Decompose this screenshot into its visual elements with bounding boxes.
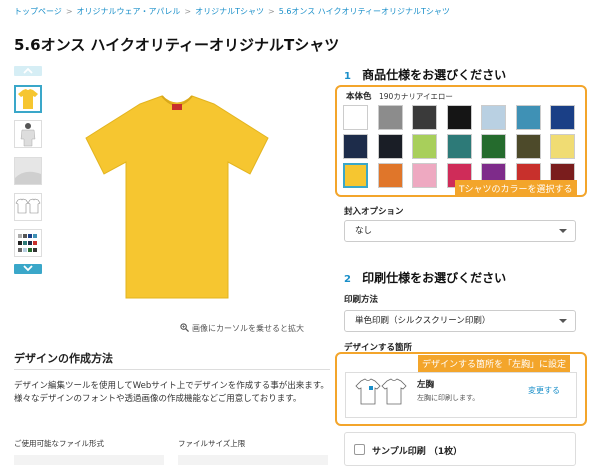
color-swatch[interactable] [343,105,368,130]
tshirt-image [85,95,269,299]
color-swatch[interactable] [515,134,541,159]
file-format-panel [14,455,164,465]
tshirt-outline-icon [355,378,407,405]
color-swatch[interactable] [515,105,541,130]
breadcrumb-link-tshirt[interactable]: オリジナルTシャツ [195,7,264,16]
enclosure-option-select[interactable]: なし [344,220,576,242]
product-main-image[interactable] [82,92,272,304]
zoom-hint: 画像にカーソルを乗せると拡大 [180,323,304,334]
page-title: 5.6オンス ハイクオリティーオリジナルTシャツ [14,36,340,54]
color-swatch[interactable] [343,134,368,159]
change-place-link[interactable]: 変更する [528,385,560,396]
color-swatch[interactable] [481,105,506,130]
breadcrumb: トップページ > オリジナルウェア・アパレル > オリジナルTシャツ >5.6オンス ハイ… [14,6,450,17]
color-swatch[interactable] [412,163,437,188]
thumbnail-fabric[interactable] [14,157,42,185]
thumbnail-up-button[interactable] [14,66,42,76]
color-swatch[interactable] [550,134,575,159]
enclosure-option-value: なし [355,226,373,236]
color-swatch[interactable] [377,105,403,130]
body-color-label: 本体色 [346,92,372,102]
step2-heading: 印刷仕様をお選びください [362,271,507,285]
color-swatch[interactable] [343,163,368,188]
breadcrumb-link-apparel[interactable]: オリジナルウェア・アパレル [77,7,181,16]
color-swatch[interactable] [377,134,403,159]
body-color-value: 190カナリアイエロー [379,92,453,101]
tshirt-icon [18,89,38,109]
caret-down-icon [559,229,567,233]
color-swatch[interactable] [446,134,472,159]
model-photo-icon [20,123,36,147]
enclosure-option-label: 封入オプション [344,207,404,217]
breadcrumb-link-top[interactable]: トップページ [14,7,62,16]
fabric-photo-icon [15,158,41,184]
breadcrumb-separator: > [184,7,192,16]
chevron-down-icon [23,265,33,272]
file-size-panel [178,455,328,465]
design-place-description: 左胸に印刷します。 [417,394,480,402]
step2-header: 2 印刷仕様をお選びください [344,267,506,286]
breadcrumb-separator: > [65,7,73,16]
place-callout-badge: デザインする箇所を「左胸」に設定 [418,355,571,372]
thumbnail-model[interactable] [14,120,42,148]
breadcrumb-separator: > [267,7,275,16]
color-swatch[interactable] [481,134,506,159]
print-method-label: 印刷方法 [344,295,379,305]
chevron-up-icon [23,67,33,74]
file-format-label: ご使用可能なファイル形式 [14,439,104,448]
thumbnail-front[interactable] [14,85,42,113]
sample-print-label: サンプル印刷 （1枚） [372,447,463,457]
color-swatch[interactable] [412,134,437,159]
thumbnail-down-button[interactable] [14,264,42,274]
sample-print-checkbox[interactable] [354,444,365,455]
color-swatch[interactable] [446,105,472,130]
color-variations-icon [18,234,37,252]
breadcrumb-current[interactable]: 5.6オンス ハイクオリティーオリジナルTシャツ [279,7,450,16]
step-number: 2 [344,274,351,285]
step1-header: 1 商品仕様をお選びください [344,64,506,83]
design-description: デザイン編集ツールを使用してWebサイト上でデザインを作成する事が出来ます。様々… [14,381,329,404]
print-method-value: 単色印刷（シルクスクリーン印刷） [355,316,491,326]
thumbnail-colors[interactable] [14,229,42,257]
thumbnail-diagram[interactable] [14,193,42,221]
design-place-name: 左胸 [417,380,435,390]
color-swatch[interactable] [550,105,575,130]
color-callout-badge: Tシャツのカラーを選択する [455,180,577,197]
place-shirt-icons [353,377,409,411]
print-method-select[interactable]: 単色印刷（シルクスクリーン印刷） [344,310,576,332]
color-swatch[interactable] [377,163,403,188]
zoom-hint-text: 画像にカーソルを乗せると拡大 [192,324,304,333]
color-swatch[interactable] [412,105,437,130]
step1-heading: 商品仕様をお選びください [362,68,507,82]
divider [14,369,330,370]
caret-down-icon [559,319,567,323]
step-number: 1 [344,71,351,82]
file-size-label: ファイルサイズ上限 [178,439,246,448]
design-heading: デザインの作成方法 [14,352,113,365]
size-diagram-icon [15,198,41,214]
zoom-icon [180,323,189,332]
